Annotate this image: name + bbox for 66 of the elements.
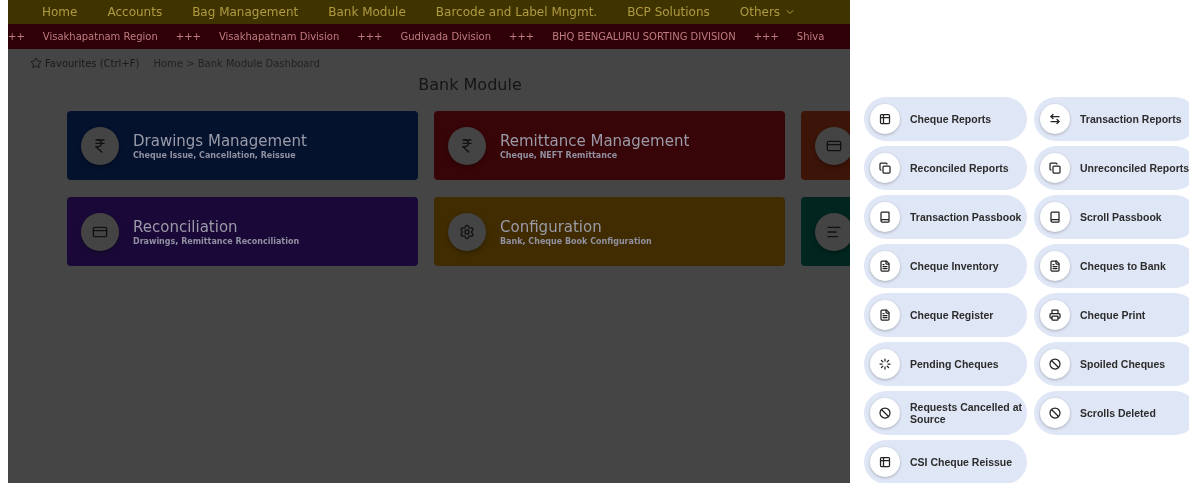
- spinner-icon: [870, 349, 900, 379]
- menu-item[interactable]: Pending Cheques: [864, 342, 1027, 386]
- menu-item[interactable]: Transaction Passbook: [864, 195, 1027, 239]
- table-icon: [870, 447, 900, 477]
- gears-icon: [448, 212, 486, 251]
- menu-item[interactable]: Cheque Print: [1034, 293, 1189, 337]
- ticker-text: Shiva: [796, 31, 825, 42]
- nav-link[interactable]: Home: [42, 5, 78, 19]
- card-icon: [81, 212, 119, 251]
- copy-icon: [1040, 153, 1070, 183]
- card-title: Reconciliation: [133, 217, 239, 236]
- book-icon: [870, 202, 900, 232]
- ticker-text: +++: [753, 31, 779, 42]
- nav-link[interactable]: Accounts: [107, 5, 163, 19]
- table-icon: [870, 104, 900, 134]
- document-icon: [870, 251, 900, 281]
- module-card[interactable]: Drawings Management Cheque Issue, Cancellation, Reissue: [67, 111, 418, 180]
- rupee-icon: [81, 126, 119, 165]
- ticker-text: Gudivada Division: [400, 31, 491, 42]
- ban-icon: [1040, 349, 1070, 379]
- document-icon: [1040, 251, 1070, 281]
- card-subtitle: Drawings, Remittance Reconciliation: [133, 236, 300, 246]
- ban-icon: [1040, 398, 1070, 428]
- module-card[interactable]: Remittance Management Cheque, NEFT Remittance: [434, 111, 785, 180]
- card-subtitle: Bank, Cheque Book Configuration: [500, 236, 652, 246]
- menu-item[interactable]: CSI Cheque Reissue: [864, 440, 1027, 483]
- nav-link[interactable]: Barcode and Label Mngmt.: [435, 5, 598, 19]
- nav-link[interactable]: Others: [739, 5, 797, 19]
- nav-link[interactable]: Bank Module: [328, 5, 406, 19]
- list-icon: [815, 212, 850, 251]
- ban-icon: [870, 398, 900, 428]
- menu-item[interactable]: Transaction Reports: [1034, 97, 1189, 141]
- star-icon: [30, 57, 42, 69]
- menu-item[interactable]: Cheque Inventory: [864, 244, 1027, 288]
- menu-item[interactable]: Cheque Reports: [864, 97, 1027, 141]
- printer-icon: [1040, 300, 1070, 330]
- menu-item[interactable]: Cheques to Bank: [1034, 244, 1189, 288]
- menu-item[interactable]: Scrolls Deleted: [1034, 391, 1189, 435]
- ticker-text: Visakhapatnam Region: [42, 31, 158, 42]
- ticker-text: Visakhapatnam Division: [218, 31, 340, 42]
- rupee-icon: [448, 126, 486, 165]
- menu-item[interactable]: Cheque Register: [864, 293, 1027, 337]
- menu-item[interactable]: Unreconciled Reports: [1034, 146, 1189, 190]
- ticker-text: ++: [8, 31, 25, 42]
- ticker-text: +++: [509, 31, 535, 42]
- book-icon: [1040, 202, 1070, 232]
- card-icon: [815, 126, 850, 165]
- ticker-text: +++: [357, 31, 383, 42]
- menu-item[interactable]: Requests Cancelled at Source: [864, 391, 1027, 435]
- menu-item[interactable]: Scroll Passbook: [1034, 195, 1189, 239]
- menu-item[interactable]: Reconciled Reports: [864, 146, 1027, 190]
- document-icon: [870, 300, 900, 330]
- ticker-text: BHQ BENGALURU SORTING DIVISION: [552, 31, 736, 42]
- copy-icon: [870, 153, 900, 183]
- module-card[interactable]: Reconciliation Drawings, Remittance Reconciliation: [67, 197, 418, 266]
- card-subtitle: Cheque Issue, Cancellation, Reissue: [133, 150, 297, 160]
- nav-link[interactable]: Bag Management: [192, 5, 299, 19]
- module-card[interactable]: Configuration Bank, Cheque Book Configuration: [434, 197, 785, 266]
- arrows-icon: [1040, 104, 1070, 134]
- card-subtitle: Cheque, NEFT Remittance: [500, 150, 619, 160]
- card-title: Drawings Management: [133, 131, 307, 150]
- ticker-text: +++: [175, 31, 201, 42]
- nav-link[interactable]: BCP Solutions: [627, 5, 710, 19]
- card-title: Remittance Management: [500, 131, 690, 150]
- menu-item[interactable]: Spoiled Cheques: [1034, 342, 1189, 386]
- card-title: Configuration: [500, 217, 603, 236]
